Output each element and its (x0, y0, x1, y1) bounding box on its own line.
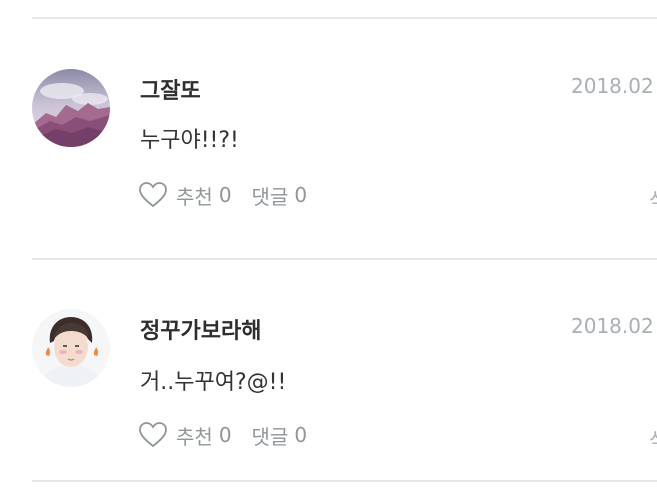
comment-text: 누구야!!?! (140, 128, 239, 153)
reply-count: 0 (294, 183, 308, 207)
avatar[interactable] (32, 69, 110, 147)
avatar[interactable] (32, 309, 110, 387)
reply-button[interactable]: 댓글 (252, 421, 289, 450)
comment-actions: 추천 0 댓글 0 (138, 421, 307, 449)
delete-button[interactable]: 삭 (649, 424, 657, 453)
divider (32, 480, 657, 482)
divider (32, 258, 657, 260)
comment-date: 2018.02 (571, 314, 654, 338)
delete-button[interactable]: 삭 (649, 184, 657, 213)
like-count: 0 (218, 423, 232, 447)
comment-list: 그잘또 2018.02 누구야!!?! 추천 0 댓글 0 삭 (0, 0, 657, 492)
like-button[interactable]: 추천 (176, 181, 213, 210)
heart-icon[interactable] (138, 421, 168, 449)
heart-icon[interactable] (138, 181, 168, 209)
comment-text: 거..누꾸여?@!! (140, 370, 287, 395)
reply-count: 0 (294, 423, 308, 447)
like-button[interactable]: 추천 (176, 421, 213, 450)
comment-author[interactable]: 그잘또 (140, 73, 201, 105)
like-count: 0 (218, 183, 232, 207)
comment-actions: 추천 0 댓글 0 (138, 181, 307, 209)
comment-date: 2018.02 (571, 74, 654, 98)
reply-button[interactable]: 댓글 (252, 181, 289, 210)
comment-author[interactable]: 정꾸가보라해 (140, 313, 261, 345)
divider (32, 17, 657, 19)
